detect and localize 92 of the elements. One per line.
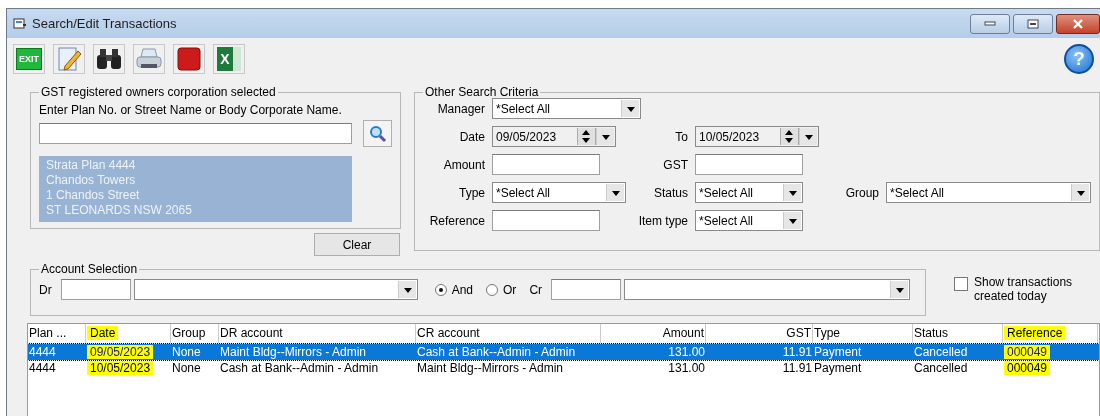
- date-picker[interactable]: 10/05/2023: [695, 126, 819, 147]
- pencil-note-icon: [56, 46, 82, 72]
- close-icon: [1072, 18, 1084, 29]
- column-header[interactable]: Reference: [1004, 326, 1066, 340]
- binoculars-icon: [95, 47, 123, 71]
- table-cell: None: [172, 345, 201, 359]
- field-label: Dr: [39, 282, 52, 297]
- amount-field[interactable]: [492, 154, 600, 175]
- plan-search-field[interactable]: [39, 123, 352, 144]
- minimize-icon: [984, 20, 996, 27]
- find-button[interactable]: [93, 44, 125, 74]
- table-cell: 4444: [29, 345, 56, 359]
- table-row[interactable]: 4444 10/05/2023 None Cash at Bank--Admin - Admin Maint Bldg--Mirrors - Admin 131.00 11.91 Payment Cancelled 000049: [28, 360, 1099, 376]
- address-line: Strata Plan 4444: [46, 158, 137, 173]
- table-cell: 131.00: [668, 345, 705, 359]
- table-cell: Payment: [814, 345, 862, 359]
- item-type-dropdown[interactable]: *Select All: [695, 210, 803, 231]
- clear-button[interactable]: Clear: [314, 233, 400, 256]
- table-cell: 4444: [29, 361, 56, 375]
- table-cell: 000049: [1004, 345, 1051, 359]
- table-cell: None: [172, 361, 201, 375]
- group-dropdown[interactable]: *Select All: [886, 182, 1091, 203]
- search-prompt: Enter Plan No. or Street Name or Body Corporate Name.: [39, 103, 343, 117]
- column-header[interactable]: Type: [814, 326, 840, 340]
- address-line: Chandos Towers: [46, 173, 137, 188]
- table-cell: Cancelled: [914, 345, 968, 359]
- manager-dropdown[interactable]: *Select All: [492, 98, 641, 119]
- minimize-button[interactable]: [970, 13, 1010, 34]
- field-label: Status: [652, 185, 688, 200]
- print-button[interactable]: [133, 44, 165, 74]
- date-picker[interactable]: 09/05/2023: [492, 126, 616, 147]
- field-label: GST: [662, 157, 688, 172]
- logic-radio[interactable]: And: [434, 282, 474, 297]
- column-header[interactable]: Group: [172, 326, 206, 340]
- spinner-icon: [780, 128, 799, 145]
- type-dropdown[interactable]: *Select All: [492, 182, 626, 203]
- dr-code-field[interactable]: [60, 279, 131, 300]
- gst-field[interactable]: [695, 154, 803, 175]
- table-cell: 11.91: [782, 345, 812, 359]
- stop-button[interactable]: [173, 44, 205, 74]
- edit-button[interactable]: [53, 44, 85, 74]
- table-cell: Cash at Bank--Admin - Admin: [220, 361, 379, 375]
- table-cell: 131.00: [668, 361, 705, 375]
- column-header[interactable]: Plan ...: [29, 326, 67, 340]
- field-label: Cr: [529, 282, 543, 297]
- maximize-icon: [1027, 18, 1039, 29]
- field-label: To: [674, 129, 688, 144]
- column-header[interactable]: Date: [87, 326, 119, 340]
- field-label: Type: [458, 185, 485, 200]
- column-header[interactable]: GST: [786, 326, 811, 340]
- field-label: Reference: [428, 213, 485, 228]
- reference-field[interactable]: [492, 210, 600, 231]
- column-header[interactable]: Status: [914, 326, 949, 340]
- field-label: Date: [458, 129, 485, 144]
- spinner-icon: [577, 128, 596, 145]
- table-cell: Maint Bldg--Mirrors - Admin: [417, 361, 564, 375]
- field-label: Manager: [436, 101, 485, 116]
- window-title: Search/Edit Transactions: [32, 16, 177, 31]
- field-label: Group: [844, 185, 879, 200]
- group-title: Other Search Criteria: [424, 85, 540, 99]
- column-header[interactable]: CR account: [417, 326, 480, 340]
- group-title: GST registered owners corporation selected: [40, 85, 277, 99]
- maximize-button[interactable]: [1013, 13, 1053, 34]
- table-cell: Cash at Bank--Admin - Admin: [417, 345, 576, 359]
- cr-code-field[interactable]: [551, 279, 622, 300]
- group-title: Account Selection: [40, 262, 139, 276]
- field-label: Amount: [442, 157, 485, 172]
- table-cell: Cancelled: [914, 361, 968, 375]
- address-line: 1 Chandos Street: [46, 188, 141, 203]
- table-cell: 000049: [1004, 361, 1051, 375]
- status-dropdown[interactable]: *Select All: [695, 182, 803, 203]
- printer-icon: [135, 47, 163, 71]
- table-cell: 11.91: [782, 361, 812, 375]
- address-line: ST LEONARDS NSW 2065: [46, 203, 193, 218]
- column-header[interactable]: Amount: [662, 326, 704, 340]
- column-header[interactable]: DR account: [220, 326, 283, 340]
- table-row[interactable]: 4444 09/05/2023 None Maint Bldg--Mirrors - Admin Cash at Bank--Admin - Admin 131.00 11.91 Payment Cancelled 000049: [28, 344, 1099, 360]
- cr-account-dropdown[interactable]: [624, 279, 911, 300]
- stop-icon: [177, 47, 201, 71]
- window-icon: [13, 17, 27, 30]
- table-cell: 10/05/2023: [87, 361, 154, 375]
- table-cell: Payment: [814, 361, 862, 375]
- logic-radio[interactable]: Or: [486, 282, 517, 297]
- close-button[interactable]: [1056, 13, 1100, 34]
- excel-button[interactable]: X: [213, 44, 245, 74]
- table-cell: 09/05/2023: [87, 345, 154, 359]
- search-button[interactable]: [363, 120, 392, 147]
- table-cell: Maint Bldg--Mirrors - Admin: [220, 345, 367, 359]
- field-label: Item type: [637, 213, 688, 228]
- dr-account-dropdown[interactable]: [133, 279, 418, 300]
- show-today-checkbox[interactable]: Show transactions created today: [954, 275, 1084, 303]
- search-icon: [368, 124, 387, 143]
